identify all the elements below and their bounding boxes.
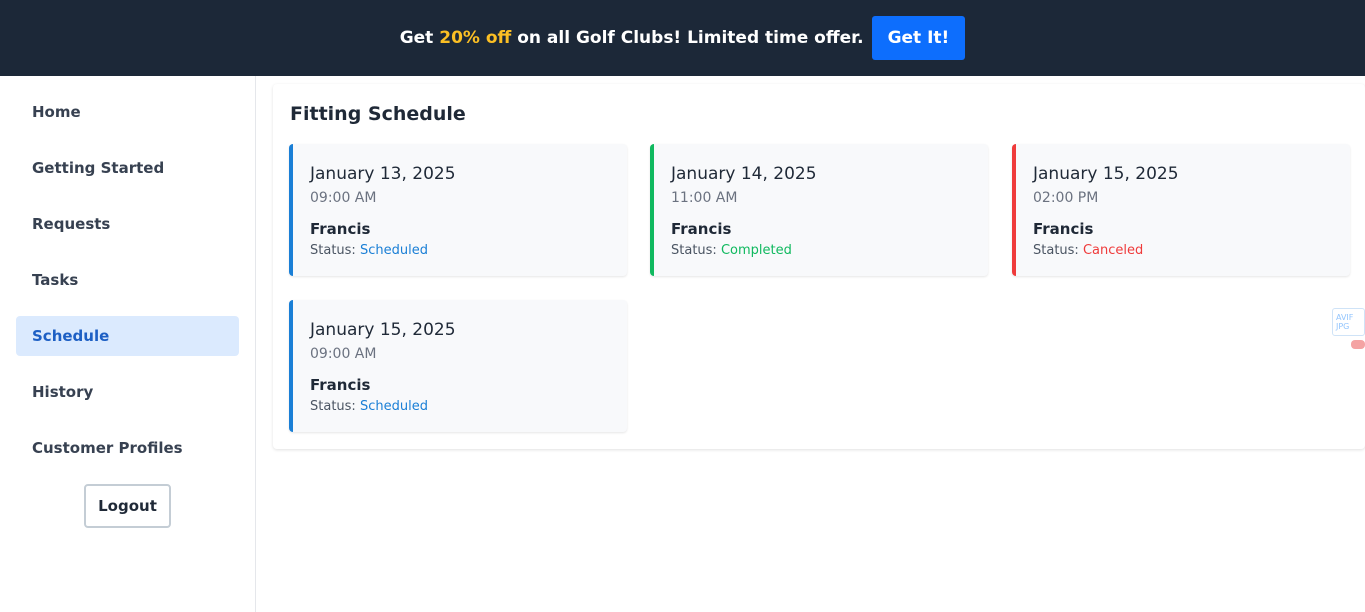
sidebar-item-customer-profiles[interactable]: Customer Profiles xyxy=(16,428,239,468)
appointment-time: 11:00 AM xyxy=(671,190,738,206)
appointment-card[interactable]: January 13, 2025 09:00 AM Francis Status… xyxy=(289,144,627,276)
sidebar-item-schedule[interactable]: Schedule xyxy=(16,316,239,356)
customer-name: Francis xyxy=(1033,220,1094,238)
appointment-status: Status: Scheduled xyxy=(310,399,428,414)
appointment-card[interactable]: January 15, 2025 02:00 PM Francis Status… xyxy=(1012,144,1350,276)
appointment-status: Status: Canceled xyxy=(1033,243,1143,258)
customer-name: Francis xyxy=(310,376,371,394)
promo-text-before: Get xyxy=(399,28,434,48)
status-badge: Scheduled xyxy=(359,399,428,414)
logout-button[interactable]: Logout xyxy=(84,484,171,528)
logout-container: Logout xyxy=(16,484,239,528)
status-prefix: Status: xyxy=(1033,243,1079,258)
status-prefix: Status: xyxy=(310,243,356,258)
promo-highlight: 20% off xyxy=(439,28,512,48)
appointment-date: January 13, 2025 xyxy=(310,164,456,184)
sidebar-item-home[interactable]: Home xyxy=(16,92,239,132)
status-badge: Scheduled xyxy=(359,243,428,258)
sidebar-item-history[interactable]: History xyxy=(16,372,239,412)
promo-text-after: on all Golf Clubs! Limited time offer. xyxy=(517,28,864,48)
customer-name: Francis xyxy=(310,220,371,238)
appointment-card[interactable]: January 14, 2025 11:00 AM Francis Status… xyxy=(650,144,988,276)
image-format-extension-icon[interactable]: AVIF JPG xyxy=(1332,308,1365,336)
get-it-button[interactable]: Get It! xyxy=(871,16,966,60)
status-prefix: Status: xyxy=(310,399,356,414)
appointment-time: 02:00 PM xyxy=(1033,190,1099,206)
page-title: Fitting Schedule xyxy=(290,103,466,125)
sidebar-item-tasks[interactable]: Tasks xyxy=(16,260,239,300)
status-badge: Canceled xyxy=(1082,243,1144,258)
appointment-time: 09:00 AM xyxy=(310,190,377,206)
appointment-date: January 15, 2025 xyxy=(1033,164,1179,184)
appointment-date: January 14, 2025 xyxy=(671,164,817,184)
schedule-panel: Fitting Schedule January 13, 2025 09:00 … xyxy=(273,84,1365,449)
extension-indicator-icon xyxy=(1351,340,1365,349)
extension-line2: JPG xyxy=(1336,322,1350,331)
promo-text: Get 20% off on all Golf Clubs! Limited t… xyxy=(400,28,864,48)
appointment-status: Status: Scheduled xyxy=(310,243,428,258)
extension-line1: AVIF xyxy=(1336,313,1354,322)
customer-name: Francis xyxy=(671,220,732,238)
status-prefix: Status: xyxy=(671,243,717,258)
appointment-card[interactable]: January 15, 2025 09:00 AM Francis Status… xyxy=(289,300,627,432)
sidebar-item-getting-started[interactable]: Getting Started xyxy=(16,148,239,188)
appointment-status: Status: Completed xyxy=(671,243,792,258)
promo-banner: Get 20% off on all Golf Clubs! Limited t… xyxy=(0,0,1365,76)
sidebar-item-requests[interactable]: Requests xyxy=(16,204,239,244)
appointment-time: 09:00 AM xyxy=(310,346,377,362)
sidebar: Home Getting Started Requests Tasks Sche… xyxy=(0,76,256,612)
appointment-date: January 15, 2025 xyxy=(310,320,456,340)
status-badge: Completed xyxy=(720,243,792,258)
